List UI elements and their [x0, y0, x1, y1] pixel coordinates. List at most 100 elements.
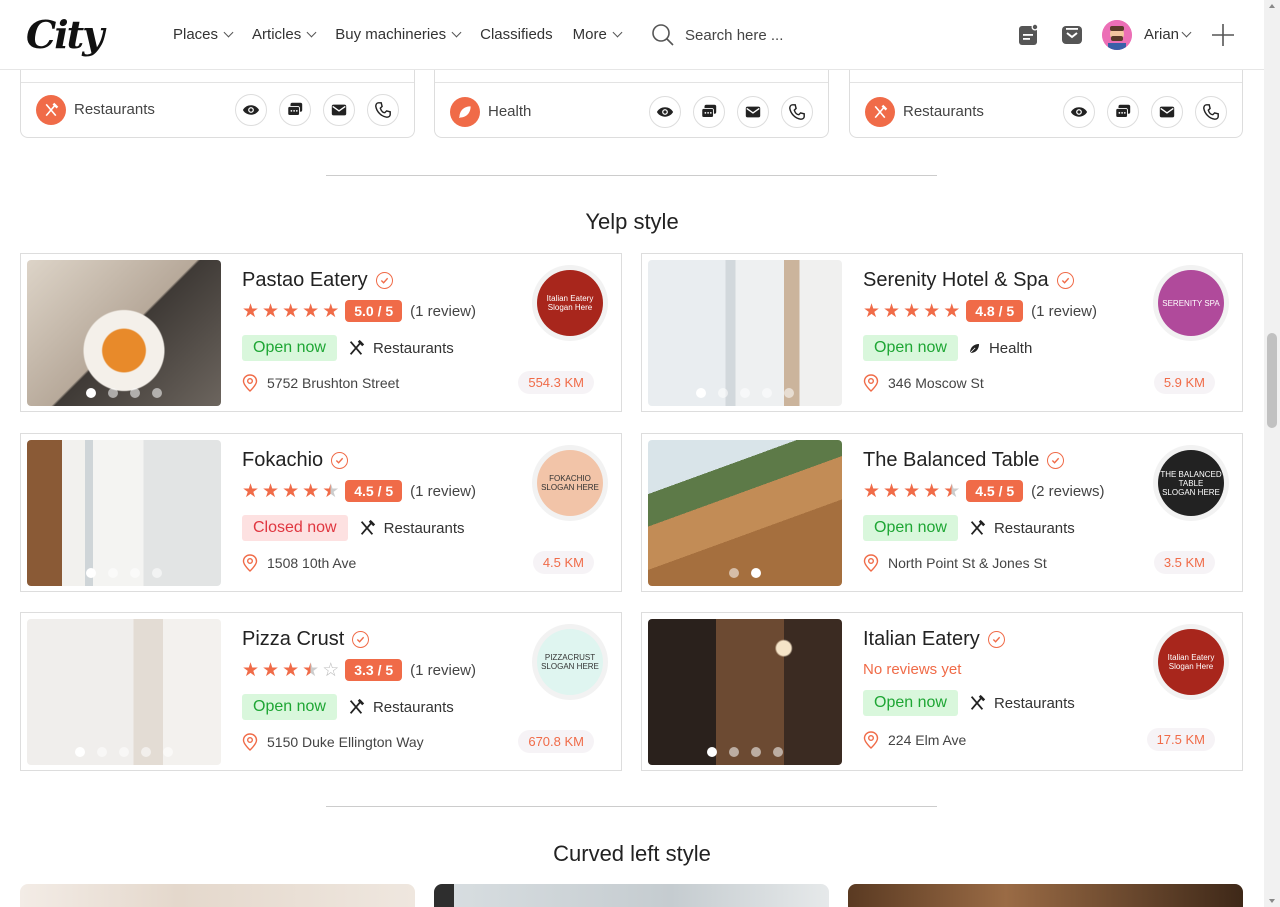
phone-button[interactable]: [367, 94, 399, 126]
site-logo[interactable]: City: [26, 12, 104, 57]
listing-photo[interactable]: [27, 619, 221, 765]
carousel-dot[interactable]: [108, 388, 118, 398]
search-input[interactable]: Search here ...: [685, 27, 783, 44]
star-icon: ★: [262, 300, 280, 322]
eye-button[interactable]: [235, 94, 267, 126]
carousel-dot[interactable]: [729, 747, 739, 757]
mail-button[interactable]: [1151, 96, 1183, 128]
open-status-badge: Open now: [863, 515, 958, 541]
status-row: Open now Health: [863, 335, 1032, 361]
eye-button[interactable]: [649, 96, 681, 128]
curved-card-image[interactable]: [848, 884, 1243, 907]
curved-card-image[interactable]: [434, 884, 829, 907]
review-count[interactable]: (1 review): [410, 303, 476, 320]
nav-item-classifieds[interactable]: Classifieds: [480, 26, 553, 43]
scroll-down-arrow[interactable]: [1269, 899, 1275, 903]
listing-photo[interactable]: [27, 260, 221, 406]
carousel-dot[interactable]: [141, 747, 151, 757]
review-count[interactable]: (1 review): [1031, 303, 1097, 320]
review-count[interactable]: (1 review): [410, 662, 476, 679]
carousel-dot[interactable]: [740, 388, 750, 398]
listing-name[interactable]: The Balanced Table: [863, 449, 1065, 472]
nav-item-more[interactable]: More: [573, 26, 623, 43]
listing-name[interactable]: Italian Eatery: [863, 628, 1005, 651]
chat-button[interactable]: [693, 96, 725, 128]
carousel-dot[interactable]: [130, 388, 140, 398]
scroll-thumb[interactable]: [1267, 333, 1277, 428]
carousel-dot[interactable]: [119, 747, 129, 757]
listing-name[interactable]: Pizza Crust: [242, 628, 370, 651]
mail-button[interactable]: [323, 94, 355, 126]
carousel-dot[interactable]: [707, 747, 717, 757]
listing-name[interactable]: Serenity Hotel & Spa: [863, 269, 1074, 292]
scroll-up-arrow[interactable]: [1269, 4, 1275, 8]
category-link[interactable]: Restaurants: [358, 519, 464, 537]
listing-name[interactable]: Fokachio: [242, 449, 349, 472]
carousel-dot[interactable]: [718, 388, 728, 398]
listing-card[interactable]: Serenity Hotel & Spa ★ ★ ★ ★ ★ 4.8 / 5 (1 re…: [641, 253, 1243, 412]
carousel-dot[interactable]: [108, 568, 118, 578]
category-link[interactable]: Restaurants: [968, 694, 1075, 712]
category-link[interactable]: Health: [968, 340, 1032, 357]
carousel-dot[interactable]: [75, 747, 85, 757]
carousel-dot[interactable]: [86, 568, 96, 578]
listing-photo[interactable]: [648, 260, 842, 406]
page-scrollbar[interactable]: [1264, 0, 1280, 907]
rating-row: ★ ★ ★ ★ ★ 4.5 / 5 (2 reviews): [863, 480, 1105, 502]
address-text: 1508 10th Ave: [267, 555, 357, 571]
star-half-icon: ★: [302, 659, 320, 681]
carousel-dot[interactable]: [784, 388, 794, 398]
status-row: Open now Restaurants: [242, 694, 454, 720]
rating-row: ★ ★ ★ ★ ★ 4.5 / 5 (1 review): [242, 480, 476, 502]
review-count[interactable]: (2 reviews): [1031, 483, 1104, 500]
listing-card[interactable]: Italian Eatery No reviews yet Open now R…: [641, 612, 1243, 771]
phone-button[interactable]: [1195, 96, 1227, 128]
carousel-dot[interactable]: [762, 388, 772, 398]
carousel-dot[interactable]: [729, 568, 739, 578]
nav-item-places[interactable]: Places: [173, 26, 234, 43]
business-logo: THE BALANCED TABLE SLOGAN HERE: [1153, 445, 1229, 521]
chat-button[interactable]: [279, 94, 311, 126]
listing-photo[interactable]: [648, 440, 842, 586]
carousel-dot[interactable]: [751, 568, 761, 578]
listing-card[interactable]: Fokachio ★ ★ ★ ★ ★ 4.5 / 5 (1 review) Closed…: [20, 433, 622, 592]
mail-button[interactable]: [737, 96, 769, 128]
carousel-dot[interactable]: [163, 747, 173, 757]
carousel-dot[interactable]: [751, 747, 761, 757]
category-link[interactable]: Restaurants: [347, 339, 454, 357]
listing-photo[interactable]: [27, 440, 221, 586]
verified-check-icon: [987, 631, 1005, 648]
carousel-dot[interactable]: [97, 747, 107, 757]
category-link[interactable]: Restaurants: [347, 698, 454, 716]
address-row: 1508 10th Ave: [242, 554, 356, 572]
category-link[interactable]: Restaurants: [968, 519, 1075, 537]
eye-button[interactable]: [1063, 96, 1095, 128]
distance-badge: 554.3 KM: [518, 371, 594, 394]
phone-button[interactable]: [781, 96, 813, 128]
nav-item-buy-machineries[interactable]: Buy machineries: [335, 26, 462, 43]
search-bar[interactable]: Search here ...: [651, 23, 783, 47]
plus-icon[interactable]: [1210, 22, 1236, 48]
carousel-dot[interactable]: [152, 568, 162, 578]
listing-card[interactable]: Pizza Crust ★ ★ ★ ★ ☆ 3.3 / 5 (1 review) Ope…: [20, 612, 622, 771]
carousel-dot[interactable]: [696, 388, 706, 398]
listing-photo[interactable]: [648, 619, 842, 765]
inbox-icon[interactable]: [1060, 23, 1084, 47]
carousel-dot[interactable]: [130, 568, 140, 578]
user-menu[interactable]: Arian: [1144, 26, 1192, 43]
review-count[interactable]: (1 review): [410, 483, 476, 500]
listing-card[interactable]: Pastao Eatery ★ ★ ★ ★ ★ 5.0 / 5 (1 review) O…: [20, 253, 622, 412]
star-icon: ★: [282, 480, 300, 502]
star-icon: ★: [262, 659, 280, 681]
carousel-dot[interactable]: [86, 388, 96, 398]
carousel-dot[interactable]: [152, 388, 162, 398]
curved-card-image[interactable]: [20, 884, 415, 907]
document-notification-icon[interactable]: [1016, 23, 1040, 47]
listing-card[interactable]: The Balanced Table ★ ★ ★ ★ ★ 4.5 / 5 (2 revi…: [641, 433, 1243, 592]
user-avatar[interactable]: [1102, 20, 1132, 50]
category-label: Restaurants: [903, 103, 984, 120]
nav-item-articles[interactable]: Articles: [252, 26, 317, 43]
listing-name[interactable]: Pastao Eatery: [242, 269, 393, 292]
carousel-dot[interactable]: [773, 747, 783, 757]
chat-button[interactable]: [1107, 96, 1139, 128]
